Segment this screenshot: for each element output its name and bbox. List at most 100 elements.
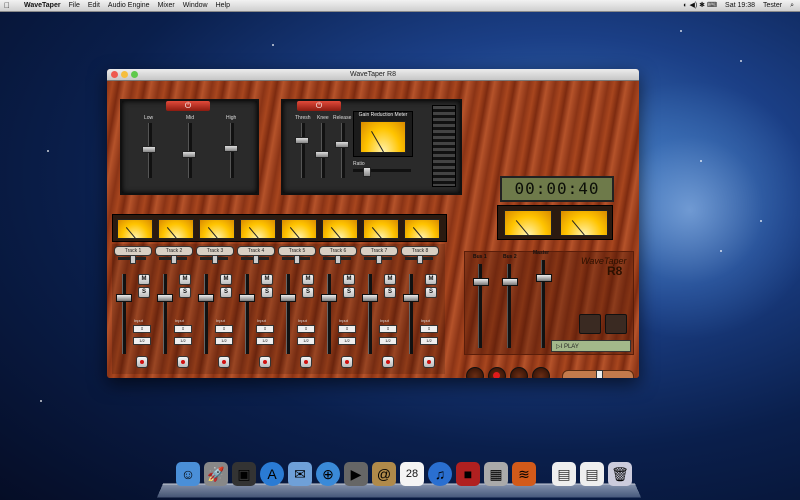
input-select[interactable]: ⇕ (297, 325, 315, 333)
apple-menu-icon[interactable]:  (4, 0, 14, 11)
compressor-power-button[interactable]: ⏻ (297, 101, 341, 111)
track-fader[interactable] (157, 294, 173, 302)
photo-booth-icon[interactable]: ▣ (232, 462, 256, 486)
document-icon[interactable]: ▤ (552, 462, 576, 486)
channel-select[interactable]: 1/2 (256, 337, 274, 345)
menu-audio-engine[interactable]: Audio Engine (104, 0, 154, 11)
record-arm-button[interactable] (300, 356, 312, 368)
menu-user[interactable]: Tester (763, 0, 782, 11)
pan-slider[interactable] (118, 255, 146, 264)
track-fader[interactable] (198, 294, 214, 302)
channel-select[interactable]: 1/2 (338, 337, 356, 345)
solo-button[interactable]: S (425, 287, 437, 298)
app-store-icon[interactable]: A (260, 462, 284, 486)
preview-icon[interactable]: ▦ (484, 462, 508, 486)
record-arm-button[interactable] (382, 356, 394, 368)
menu-file[interactable]: File (65, 0, 84, 11)
mute-button[interactable]: M (220, 274, 232, 285)
mute-button[interactable]: M (138, 274, 150, 285)
photo-icon[interactable]: ■ (456, 462, 480, 486)
mute-button[interactable]: M (384, 274, 396, 285)
contacts-icon[interactable]: @ (372, 462, 396, 486)
track-fader[interactable] (321, 294, 337, 302)
solo-button[interactable]: S (138, 287, 150, 298)
calendar-icon[interactable]: 28 (400, 462, 424, 486)
itunes-icon[interactable]: ♫ (428, 462, 452, 486)
rewind-button[interactable] (466, 367, 484, 378)
trash-icon[interactable]: 🗑 (608, 462, 632, 486)
menu-mixer[interactable]: Mixer (154, 0, 179, 11)
pan-slider[interactable] (241, 255, 269, 264)
record-arm-button[interactable] (177, 356, 189, 368)
menu-extras-icons[interactable]: ◐ ◀) ✱ ⌨ (683, 0, 717, 11)
play-button[interactable] (510, 367, 528, 378)
solo-button[interactable]: S (343, 287, 355, 298)
record-arm-button[interactable] (218, 356, 230, 368)
spotlight-icon[interactable]: ⌕ (790, 0, 794, 11)
stop-button[interactable] (532, 367, 550, 378)
input-select[interactable]: ⇕ (338, 325, 356, 333)
comp-release-slider[interactable] (335, 141, 349, 148)
track-fader[interactable] (239, 294, 255, 302)
window-titlebar[interactable]: WaveTaper R8 (107, 69, 639, 81)
master-horizontal-slider[interactable] (562, 370, 634, 378)
eq-high-slider[interactable] (224, 145, 238, 152)
close-button[interactable] (111, 71, 118, 78)
input-select[interactable]: ⇕ (256, 325, 274, 333)
zoom-button[interactable] (131, 71, 138, 78)
document2-icon[interactable]: ▤ (580, 462, 604, 486)
wavetaper-icon[interactable]: ≋ (512, 462, 536, 486)
record-arm-button[interactable] (259, 356, 271, 368)
input-select[interactable]: ⇕ (379, 325, 397, 333)
solo-button[interactable]: S (384, 287, 396, 298)
solo-button[interactable]: S (179, 287, 191, 298)
facetime-icon[interactable]: ▶ (344, 462, 368, 486)
bus1-fader[interactable] (473, 278, 489, 286)
menu-clock[interactable]: Sat 19:38 (725, 0, 755, 11)
pan-slider[interactable] (200, 255, 228, 264)
solo-button[interactable]: S (261, 287, 273, 298)
comp-ratio-slider[interactable] (363, 167, 371, 177)
track-fader[interactable] (362, 294, 378, 302)
track-fader[interactable] (116, 294, 132, 302)
eq-power-button[interactable]: ⏻ (166, 101, 210, 111)
input-select[interactable]: ⇕ (420, 325, 438, 333)
launchpad-icon[interactable]: 🚀 (204, 462, 228, 486)
export-button[interactable] (605, 314, 627, 334)
menu-app-name[interactable]: WaveTaper (20, 0, 65, 11)
record-arm-button[interactable] (136, 356, 148, 368)
master-fader[interactable] (536, 274, 552, 282)
safari-icon[interactable]: ⊕ (316, 462, 340, 486)
routing-button[interactable] (579, 314, 601, 334)
track-fader[interactable] (280, 294, 296, 302)
pan-slider[interactable] (282, 255, 310, 264)
mute-button[interactable]: M (343, 274, 355, 285)
pan-slider[interactable] (405, 255, 433, 264)
record-arm-button[interactable] (423, 356, 435, 368)
channel-select[interactable]: 1/2 (379, 337, 397, 345)
pan-slider[interactable] (159, 255, 187, 264)
menu-window[interactable]: Window (179, 0, 212, 11)
input-select[interactable]: ⇕ (133, 325, 151, 333)
mute-button[interactable]: M (261, 274, 273, 285)
record-arm-button[interactable] (341, 356, 353, 368)
channel-select[interactable]: 1/2 (420, 337, 438, 345)
record-button[interactable] (488, 367, 506, 378)
comp-thresh-slider[interactable] (295, 137, 309, 144)
finder-icon[interactable]: ☺ (176, 462, 200, 486)
bus2-fader[interactable] (502, 278, 518, 286)
solo-button[interactable]: S (302, 287, 314, 298)
menu-help[interactable]: Help (212, 0, 234, 11)
solo-button[interactable]: S (220, 287, 232, 298)
input-select[interactable]: ⇕ (215, 325, 233, 333)
mute-button[interactable]: M (179, 274, 191, 285)
input-select[interactable]: ⇕ (174, 325, 192, 333)
minimize-button[interactable] (121, 71, 128, 78)
comp-knee-slider[interactable] (315, 151, 329, 158)
pan-slider[interactable] (364, 255, 392, 264)
channel-select[interactable]: 1/2 (133, 337, 151, 345)
mute-button[interactable]: M (302, 274, 314, 285)
mail-icon[interactable]: ✉ (288, 462, 312, 486)
menu-edit[interactable]: Edit (84, 0, 104, 11)
mute-button[interactable]: M (425, 274, 437, 285)
